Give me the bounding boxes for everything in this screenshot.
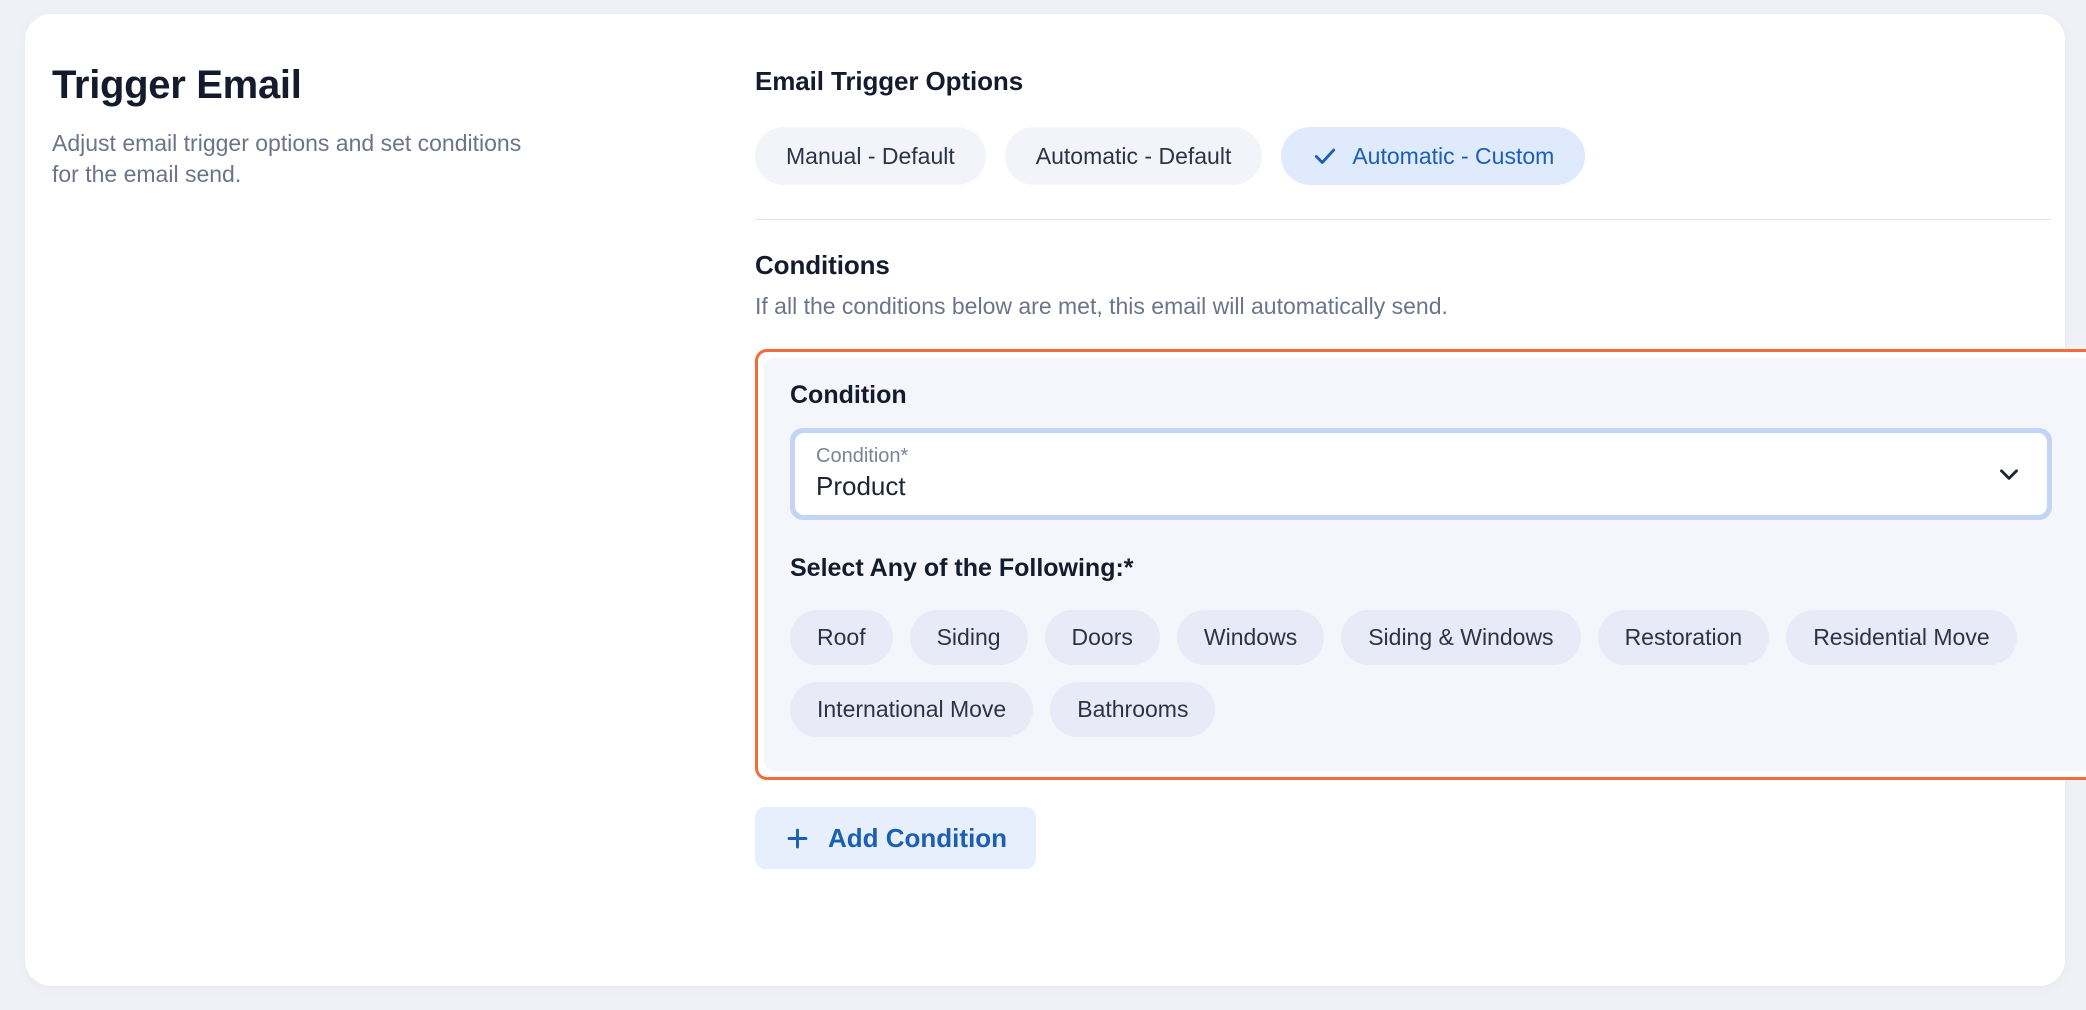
condition-select-value: Product (816, 471, 906, 501)
chip-label: Roof (817, 624, 866, 650)
product-chip-windows[interactable]: Windows (1176, 610, 1325, 665)
page-title: Trigger Email (52, 63, 302, 107)
section-divider (755, 219, 2051, 220)
trigger-option-label: Manual - Default (786, 142, 955, 169)
email-trigger-options-heading: Email Trigger Options (755, 66, 1024, 96)
condition-select[interactable]: Condition* Product (795, 433, 2047, 515)
product-chip-bathrooms[interactable]: Bathrooms (1050, 682, 1216, 737)
trigger-option-label: Automatic - Custom (1352, 142, 1555, 169)
trigger-option-automatic-default[interactable]: Automatic - Default (1004, 127, 1263, 185)
conditions-heading: Conditions (755, 250, 890, 280)
chip-label: Bathrooms (1077, 696, 1189, 722)
condition-select-label: Condition* (816, 445, 909, 467)
chip-label: Doors (1071, 624, 1133, 650)
page-root: Trigger Email Adjust email trigger optio… (0, 0, 2086, 1010)
panel-description-column: Trigger Email Adjust email trigger optio… (52, 62, 692, 191)
trigger-options-group: Manual - Default Automatic - Default Aut… (755, 127, 2051, 185)
chip-label: Windows (1203, 624, 1298, 650)
chip-label: Siding (936, 624, 1001, 650)
product-chip-restoration[interactable]: Restoration (1597, 610, 1770, 665)
chip-label: Residential Move (1813, 624, 1990, 650)
chevron-down-icon[interactable] (1994, 459, 2024, 489)
add-condition-label: Add Condition (828, 822, 1008, 853)
product-chip-group: Roof Siding Doors Windows Siding & Windo… (790, 610, 2055, 737)
add-condition-button[interactable]: Add Condition (755, 807, 1037, 869)
trigger-option-manual-default[interactable]: Manual - Default (755, 127, 986, 185)
check-icon (1312, 143, 1338, 169)
trigger-email-card: Trigger Email Adjust email trigger optio… (25, 14, 2086, 986)
page-subtitle: Adjust email trigger options and set con… (52, 130, 522, 188)
product-chip-siding-and-windows[interactable]: Siding & Windows (1341, 610, 1581, 665)
trigger-option-label: Automatic - Default (1035, 142, 1232, 169)
chip-label: International Move (817, 696, 1007, 722)
settings-column: Email Trigger Options Manual - Default A… (755, 66, 2086, 869)
condition-card-title: Condition (790, 381, 907, 409)
chip-label: Siding & Windows (1368, 624, 1554, 650)
condition-select-focus-ring: Condition* Product (790, 428, 2052, 520)
product-chip-roof[interactable]: Roof (790, 610, 893, 665)
plus-icon (784, 825, 811, 852)
conditions-section: Conditions If all the conditions below a… (755, 250, 2051, 320)
conditions-description: If all the conditions below are met, thi… (755, 293, 1448, 319)
chips-label: Select Any of the Following:* (790, 554, 1134, 582)
condition-highlight-outline: Condition Condition* Product Select Any … (755, 349, 2086, 780)
product-chip-siding[interactable]: Siding (909, 610, 1028, 665)
condition-card: Condition Condition* Product Select Any … (764, 358, 2086, 771)
product-chip-doors[interactable]: Doors (1044, 610, 1160, 665)
product-chip-international-move[interactable]: International Move (790, 682, 1034, 737)
chip-label: Restoration (1624, 624, 1743, 650)
product-chip-residential-move[interactable]: Residential Move (1786, 610, 2017, 665)
trigger-option-automatic-custom[interactable]: Automatic - Custom (1281, 127, 1586, 185)
